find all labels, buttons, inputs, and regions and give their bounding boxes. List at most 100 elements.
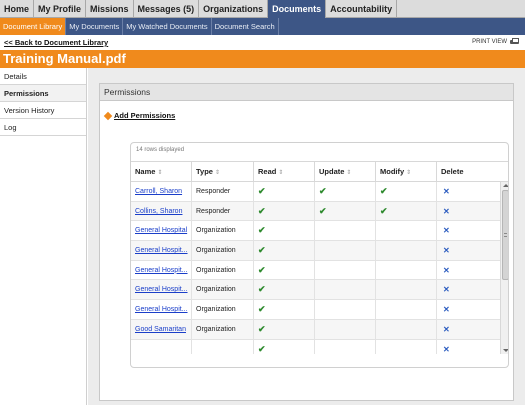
name-link[interactable]: General Hospit... <box>135 286 188 293</box>
cell-modify <box>376 339 437 354</box>
sort-icon[interactable]: ⇕ <box>278 170 283 176</box>
cell-delete: ✕ <box>437 320 499 339</box>
check-icon: ✔ <box>258 205 266 216</box>
sidebar-item-details[interactable]: Details <box>0 68 86 85</box>
tab-missions[interactable]: Missions <box>86 0 134 18</box>
name-link[interactable]: General Hospit... <box>135 247 188 254</box>
cell-read: ✔ <box>254 319 315 339</box>
cell-name: General Hospit... <box>131 300 192 320</box>
sort-icon[interactable]: ⇕ <box>215 170 220 176</box>
column-header-update[interactable]: Update ⇕ <box>315 162 376 182</box>
delete-x-icon[interactable]: ✕ <box>443 187 450 196</box>
back-bar: << Back to Document Library PRINT VIEW <box>0 35 525 50</box>
tab-documents[interactable]: Documents <box>268 0 327 18</box>
cell-update <box>315 339 376 354</box>
cell-modify <box>376 300 437 320</box>
name-link[interactable]: General Hospital <box>135 227 187 234</box>
rows-displayed-count: 14 rows displayed <box>136 147 185 153</box>
delete-x-icon[interactable]: ✕ <box>443 325 450 334</box>
delete-x-icon[interactable]: ✕ <box>443 266 450 275</box>
tab-accountability[interactable]: Accountability <box>326 0 398 18</box>
cell-type: Organization <box>192 319 254 339</box>
cell-name <box>131 339 192 354</box>
column-header-delete[interactable]: Delete <box>437 162 499 182</box>
check-icon: ✔ <box>319 186 327 196</box>
subtab-my-documents[interactable]: My Documents <box>66 18 124 35</box>
name-link[interactable]: Collins, Sharon <box>135 208 182 215</box>
name-link[interactable]: Good Samaritan <box>135 326 186 333</box>
add-permissions-label: Add Permissions <box>114 111 176 120</box>
scroll-down-arrow-icon[interactable] <box>503 349 508 352</box>
cell-type: Organization <box>192 221 254 241</box>
check-icon: ✔ <box>380 186 388 196</box>
delete-x-icon[interactable]: ✕ <box>443 305 450 314</box>
cell-type <box>192 339 254 354</box>
column-header-modify[interactable]: Modify ⇕ <box>376 162 437 182</box>
cell-read: ✔ <box>254 300 315 320</box>
scroll-thumb[interactable] <box>502 190 508 280</box>
column-header-type[interactable]: Type ⇕ <box>192 162 254 182</box>
cell-read: ✔ <box>254 182 315 201</box>
subtab-document-library[interactable]: Document Library <box>0 18 67 35</box>
cell-read: ✔ <box>254 241 315 261</box>
delete-x-icon[interactable]: ✕ <box>443 285 450 294</box>
tab-my-profile[interactable]: My Profile <box>34 0 87 18</box>
sidebar-item-log[interactable]: Log <box>0 119 86 136</box>
table-row: Good Samaritan Organization ✔ ✕ <box>131 319 500 340</box>
subtab-my-watched-documents[interactable]: My Watched Documents <box>123 18 212 35</box>
column-header-read[interactable]: Read ⇕ <box>254 162 315 182</box>
column-header-name[interactable]: Name ⇕ <box>131 162 192 182</box>
sidebar-item-permissions[interactable]: Permissions <box>0 85 86 102</box>
column-header-label: Read <box>258 167 277 176</box>
tab-home[interactable]: Home <box>0 0 35 18</box>
check-icon: ✔ <box>258 304 266 315</box>
cell-update: ✔ <box>315 182 376 201</box>
cell-modify <box>376 260 437 280</box>
column-header-label: Type <box>196 167 213 176</box>
check-icon: ✔ <box>258 186 266 196</box>
check-icon: ✔ <box>258 284 266 295</box>
delete-x-icon[interactable]: ✕ <box>443 226 450 235</box>
sort-icon[interactable]: ⇕ <box>346 170 351 176</box>
check-icon: ✔ <box>258 264 266 275</box>
cell-update <box>315 280 376 300</box>
tab-organizations[interactable]: Organizations <box>199 0 269 18</box>
cell-modify <box>376 319 437 339</box>
cell-modify: ✔ <box>376 201 437 221</box>
scroll-up-arrow-icon[interactable] <box>503 184 508 187</box>
table-row: General Hospit... Organization ✔ ✕ <box>131 280 500 301</box>
cell-name: General Hospit... <box>131 241 192 261</box>
cell-update <box>315 300 376 320</box>
cell-update: ✔ <box>315 201 376 221</box>
print-view-button[interactable]: PRINT VIEW <box>472 38 519 45</box>
delete-x-icon[interactable]: ✕ <box>443 207 450 216</box>
delete-x-icon[interactable]: ✕ <box>443 246 450 255</box>
table-scrollbar[interactable] <box>500 182 508 354</box>
permissions-panel: Permissions Add Permissions 14 rows disp… <box>99 83 514 401</box>
delete-x-icon[interactable]: ✕ <box>443 345 450 354</box>
cell-name: Carroll, Sharon <box>131 182 192 201</box>
cell-read: ✔ <box>254 201 315 221</box>
cell-read: ✔ <box>254 260 315 280</box>
name-link[interactable]: General Hospit... <box>135 267 188 274</box>
permissions-table: 14 rows displayed Name ⇕ Type ⇕ Read ⇕ Update ⇕… <box>130 142 509 368</box>
sort-icon[interactable]: ⇕ <box>157 170 162 176</box>
column-header-label: Name <box>135 167 156 176</box>
sub-nav: Document Library My Documents My Watched D… <box>0 18 525 35</box>
check-icon: ✔ <box>258 323 266 334</box>
check-icon: ✔ <box>258 225 266 236</box>
back-to-library-link[interactable]: << Back to Document Library <box>4 38 108 47</box>
cell-name: General Hospit... <box>131 280 192 300</box>
name-link[interactable]: Carroll, Sharon <box>135 188 182 195</box>
sort-icon[interactable]: ⇕ <box>406 170 411 176</box>
table-body: Carroll, Sharon Responder ✔ ✔ ✔ ✕ Collins, Sha… <box>131 182 500 354</box>
tab-messages-5[interactable]: Messages (5) <box>134 0 200 18</box>
sidebar-item-version-history[interactable]: Version History <box>0 102 86 119</box>
cell-type: Organization <box>192 260 254 280</box>
sidebar: Details Permissions Version History Log <box>0 68 87 405</box>
cell-name: Good Samaritan <box>131 319 192 339</box>
subtab-document-search[interactable]: Document Search <box>212 18 279 35</box>
name-link[interactable]: General Hospit... <box>135 306 188 313</box>
add-permissions-link[interactable]: Add Permissions <box>103 111 176 120</box>
table-row: Collins, Sharon Responder ✔ ✔ ✔ ✕ <box>131 201 500 222</box>
